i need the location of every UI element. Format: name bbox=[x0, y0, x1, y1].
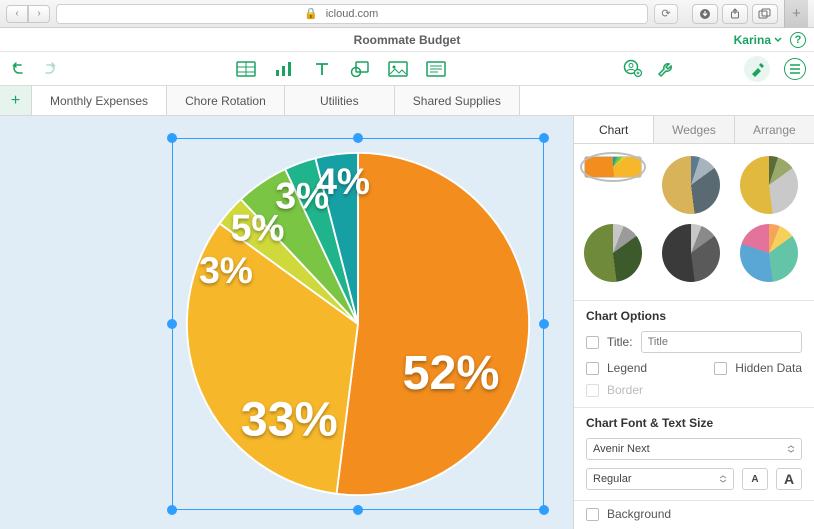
chart-style-swatch[interactable] bbox=[662, 156, 720, 214]
redo-button[interactable] bbox=[40, 59, 60, 79]
font-weight-select[interactable]: Regular bbox=[586, 468, 734, 490]
chevron-updown-icon bbox=[719, 475, 727, 483]
chevron-down-icon bbox=[774, 36, 782, 44]
insert-shape-button[interactable] bbox=[350, 59, 370, 79]
title-label: Title: bbox=[607, 335, 633, 349]
sheet-tab[interactable]: Monthly Expenses bbox=[32, 86, 167, 115]
title-input[interactable] bbox=[641, 331, 802, 353]
sheet-tabs: + Monthly Expenses Chore Rotation Utilit… bbox=[0, 86, 814, 116]
tabs-icon bbox=[758, 8, 772, 20]
selection-border bbox=[172, 138, 544, 510]
chevron-updown-icon bbox=[787, 445, 795, 453]
text-size-larger-button[interactable]: A bbox=[776, 468, 802, 490]
organize-button[interactable] bbox=[784, 58, 806, 80]
downloads-button[interactable] bbox=[692, 4, 718, 24]
format-button[interactable] bbox=[744, 56, 770, 82]
resize-handle[interactable] bbox=[353, 133, 363, 143]
user-menu[interactable]: Karina bbox=[734, 33, 782, 47]
reload-button[interactable]: ⟳ bbox=[654, 4, 678, 24]
insert-chart-button[interactable] bbox=[274, 59, 294, 79]
inspector-tab-wedges[interactable]: Wedges bbox=[654, 116, 734, 143]
document-title: Roommate Budget bbox=[354, 33, 461, 47]
chart-style-picker bbox=[574, 144, 814, 294]
format-inspector: Chart Wedges Arrange Chart Options Title… bbox=[574, 116, 814, 529]
undo-button[interactable] bbox=[8, 59, 28, 79]
title-checkbox[interactable] bbox=[586, 336, 599, 349]
insert-text-button[interactable] bbox=[312, 59, 332, 79]
resize-handle[interactable] bbox=[539, 505, 549, 515]
sheet-canvas[interactable]: 52% 33% 3% 5% 3% 4% bbox=[0, 116, 574, 529]
download-icon bbox=[699, 8, 711, 20]
share-button[interactable] bbox=[722, 4, 748, 24]
chart-style-swatch[interactable] bbox=[584, 156, 642, 178]
chart-selection[interactable]: 52% 33% 3% 5% 3% 4% bbox=[172, 138, 544, 510]
text-size-smaller-button[interactable]: A bbox=[742, 468, 768, 490]
chart-style-swatch[interactable] bbox=[662, 224, 720, 282]
lock-icon: 🔒 bbox=[304, 7, 318, 20]
resize-handle[interactable] bbox=[539, 133, 549, 143]
legend-checkbox[interactable] bbox=[586, 362, 599, 375]
tabs-button[interactable] bbox=[752, 4, 778, 24]
chart-options-header: Chart Options bbox=[574, 303, 814, 327]
insert-image-button[interactable] bbox=[388, 59, 408, 79]
legend-label: Legend bbox=[607, 361, 706, 375]
inspector-tab-chart[interactable]: Chart bbox=[574, 116, 654, 143]
border-label: Border bbox=[607, 383, 643, 397]
resize-handle[interactable] bbox=[353, 505, 363, 515]
sheet-tab[interactable]: Shared Supplies bbox=[395, 86, 520, 115]
browser-chrome: ‹ › 🔒 icloud.com ⟳ + bbox=[0, 0, 814, 28]
tools-button[interactable] bbox=[656, 59, 676, 79]
share-icon bbox=[729, 8, 741, 20]
background-checkbox[interactable] bbox=[586, 508, 599, 521]
help-button[interactable]: ? bbox=[790, 32, 806, 48]
add-sheet-button[interactable]: + bbox=[0, 86, 32, 115]
font-section-header: Chart Font & Text Size bbox=[574, 410, 814, 434]
back-button[interactable]: ‹ bbox=[6, 5, 28, 23]
resize-handle[interactable] bbox=[167, 319, 177, 329]
chart-style-swatch[interactable] bbox=[740, 156, 798, 214]
forward-button[interactable]: › bbox=[28, 5, 50, 23]
resize-handle[interactable] bbox=[539, 319, 549, 329]
chart-style-swatch[interactable] bbox=[740, 224, 798, 282]
resize-handle[interactable] bbox=[167, 133, 177, 143]
font-family-select[interactable]: Avenir Next bbox=[586, 438, 802, 460]
insert-comment-button[interactable] bbox=[426, 59, 446, 79]
background-label: Background bbox=[607, 507, 671, 521]
sheet-tab[interactable]: Chore Rotation bbox=[167, 86, 285, 115]
border-checkbox bbox=[586, 384, 599, 397]
chart-style-swatch[interactable] bbox=[584, 224, 642, 282]
address-bar[interactable]: 🔒 icloud.com bbox=[56, 4, 648, 24]
user-name: Karina bbox=[734, 33, 771, 47]
hidden-data-label: Hidden Data bbox=[735, 361, 802, 375]
inspector-tab-arrange[interactable]: Arrange bbox=[735, 116, 814, 143]
collaborate-button[interactable] bbox=[622, 59, 642, 79]
resize-handle[interactable] bbox=[167, 505, 177, 515]
insert-table-button[interactable] bbox=[236, 59, 256, 79]
new-tab-button[interactable]: + bbox=[784, 0, 808, 28]
sheet-tab[interactable]: Utilities bbox=[285, 86, 395, 115]
toolbar bbox=[0, 52, 814, 86]
hidden-data-checkbox[interactable] bbox=[714, 362, 727, 375]
document-titlebar: Roommate Budget Karina ? bbox=[0, 28, 814, 52]
url-text: icloud.com bbox=[326, 8, 379, 20]
